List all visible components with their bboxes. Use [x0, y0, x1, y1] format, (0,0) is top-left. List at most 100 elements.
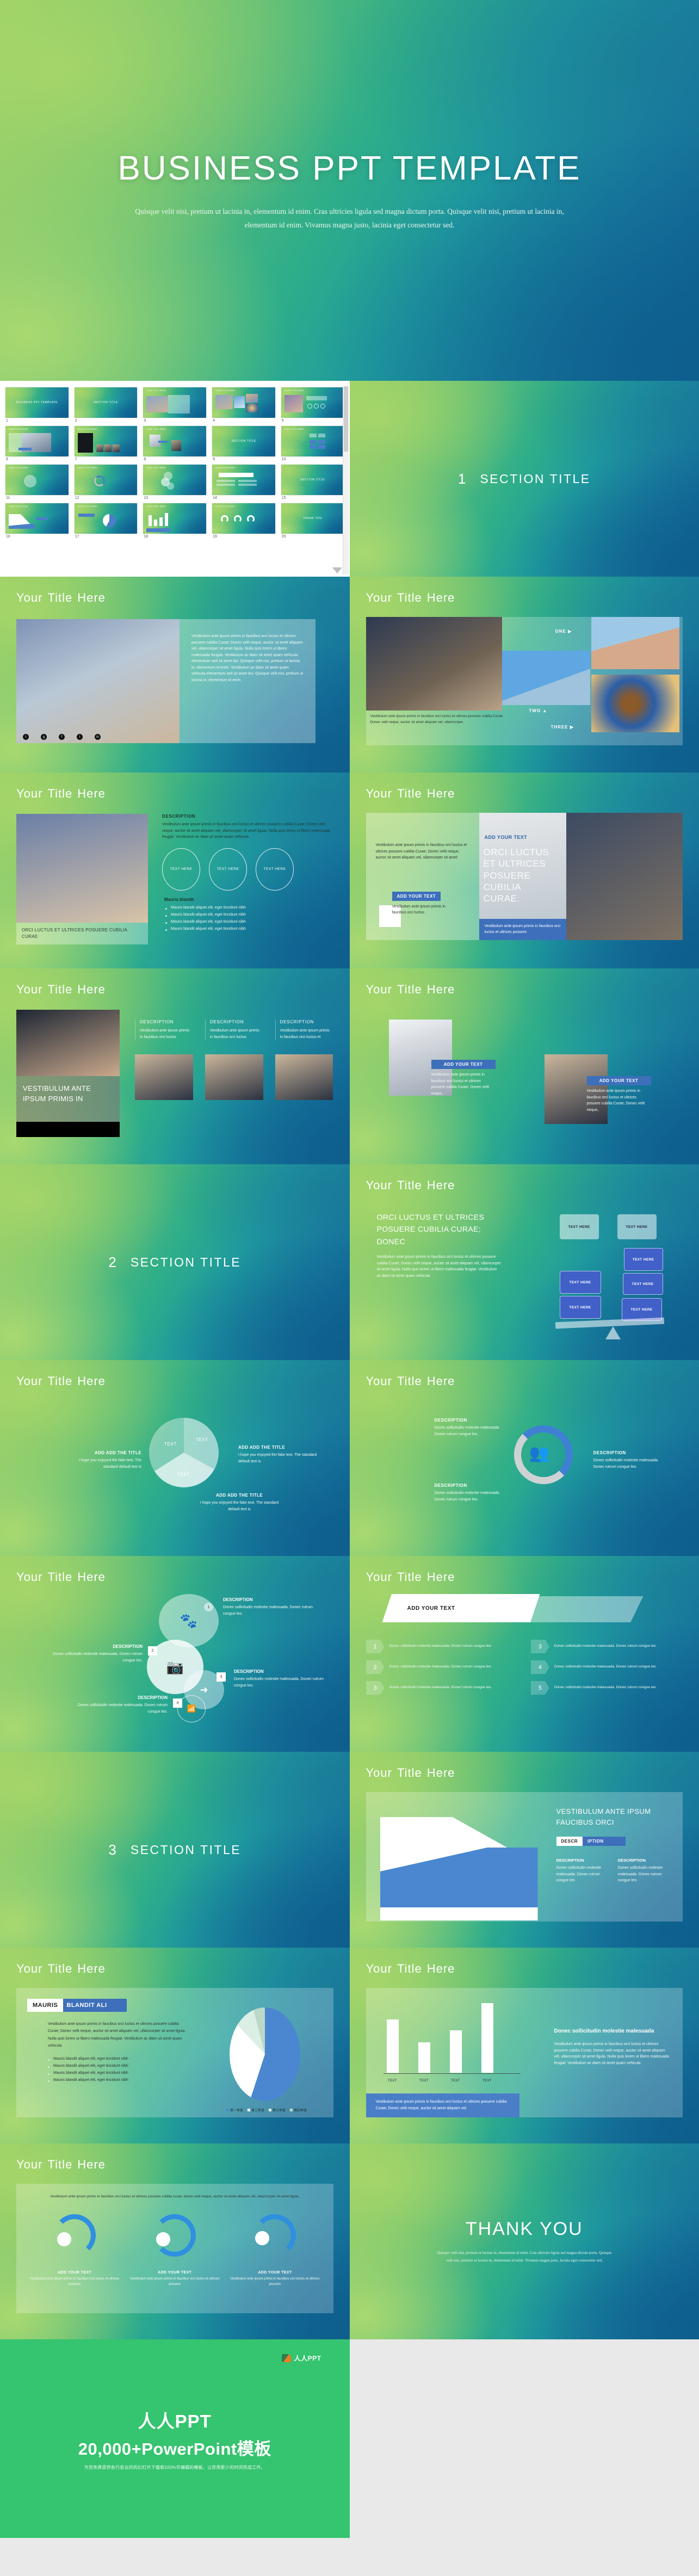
thumbnail-preview: YOUR TITLE HERE — [281, 387, 344, 418]
legend-item: 第一季度 — [226, 2108, 243, 2112]
text-circle[interactable]: TEXT HERE — [209, 848, 247, 891]
bubble-number: 4 — [173, 1698, 182, 1708]
title-word: Title — [397, 1766, 422, 1780]
description-tag[interactable]: DESCR IPTION — [556, 1837, 626, 1846]
thumbnail-number: 5 — [281, 419, 284, 423]
collage-photo-car — [366, 617, 502, 711]
thumbnail-preview: SECTION TITLE — [74, 387, 138, 418]
balance-box[interactable]: TEXT HERE — [622, 1273, 663, 1295]
list-item: Mauris blandit aliquet elit, eget tincid… — [48, 2057, 190, 2061]
play-icon: ▶ — [568, 629, 572, 634]
tumblr-icon[interactable]: t — [77, 734, 83, 740]
thumbnail-scrollbar[interactable] — [342, 386, 349, 574]
thumbnail-section-label: SECTION TITLE — [231, 440, 256, 443]
thumbnail-preview: BUSINESS PPT TEMPLATE — [5, 387, 69, 418]
thumbnail-board[interactable]: BUSINESS PPT TEMPLATE 1 SECTION TITLE 2 … — [0, 381, 350, 577]
thumbnail-title: YOUR TITLE HERE — [77, 467, 97, 469]
slide-donut: Your Title Here 👥 DESCRIPTION Donec sollic… — [350, 1360, 699, 1556]
thumbnail-item[interactable]: SECTION TITLE 9 — [212, 426, 275, 461]
balance-box[interactable]: TEXT HERE — [623, 1248, 663, 1271]
text-circle[interactable]: TEXT HERE — [162, 848, 200, 891]
thumbnail-item[interactable]: YOUR TITLE HERE 10 — [281, 426, 344, 461]
pie-annotation-left: ADD ADD THE TITLE I hope you enjoyed the… — [65, 1450, 141, 1470]
thumbnail-item[interactable]: YOUR TITLE HERE 6 — [5, 426, 69, 461]
tag-blue: BLANDIT ALI — [63, 1999, 127, 2012]
thank-you-title: THANK YOU — [465, 2218, 583, 2239]
title-word: Here — [426, 983, 455, 996]
thumbnail-item[interactable]: YOUR TITLE HERE 8 — [143, 426, 207, 461]
title-word: Your — [366, 1178, 392, 1192]
thumbnail-item[interactable]: BUSINESS PPT TEMPLATE 1 — [5, 387, 69, 423]
thumbnail-item[interactable]: YOUR TITLE HERE 5 — [281, 387, 344, 423]
chevron-column-right: 3 Donec sollicitudin molestie malesuada.… — [530, 1640, 683, 1702]
thumbnail-item[interactable]: YOUR TITLE HERE 16 — [5, 503, 69, 539]
balance-box[interactable]: TEXT HERE — [559, 1296, 601, 1319]
callout-body: Vestibulum ante ipsum primis in faucibus… — [431, 1073, 490, 1096]
area-heading: VESTIBULUM ANTE IPSUM FAUCIBUS ORCI — [556, 1807, 651, 1827]
blue-callout: Vestibulum ante ipsum primis in faucibus… — [479, 918, 566, 940]
thumbnail-item[interactable]: YOUR TITLE HERE 3 — [143, 387, 207, 423]
description-body: Donec sollicitudin molestie malesuada. D… — [434, 1491, 500, 1502]
description-body: Donec sollicitudin molestie malesuada. D… — [78, 1703, 168, 1714]
description-label: DESCRIPTION — [234, 1669, 264, 1674]
thumbnail-item[interactable]: THANK YOU 20 — [281, 503, 344, 539]
thumbnail-item[interactable]: YOUR TITLE HERE 14 — [212, 465, 275, 500]
thumbnail-title: YOUR TITLE HERE — [8, 467, 28, 469]
thumbnail-box — [309, 445, 317, 449]
annotation-body: I hope you enjoyed the fake text. The st… — [200, 1501, 279, 1511]
thumbnail-blue-tag — [36, 517, 48, 520]
thumbnail-item[interactable]: YOUR TITLE HERE 19 — [212, 503, 275, 539]
description-body: Vestibulum ante ipsum primis in faucibus… — [140, 1029, 190, 1039]
photo-caption-overlay: VESTIBULUM ANTE IPSUM PRIMIS IN — [16, 1076, 120, 1122]
bar-body: Vestibulum ante ipsum primis in faucibus… — [554, 2042, 669, 2065]
mauris-tag[interactable]: MAURIS BLANDIT ALI — [27, 1999, 127, 2012]
balance-box[interactable]: TEXT HERE — [559, 1271, 601, 1294]
thumbnail-item[interactable]: YOUR TITLE HERE 17 — [74, 503, 138, 539]
thumbnail-board-wrap: BUSINESS PPT TEMPLATE 1 SECTION TITLE 2 … — [0, 381, 350, 577]
thumbnail-item[interactable]: SECTION TITLE 2 — [74, 387, 138, 423]
balance-box[interactable]: TEXT HERE — [617, 1214, 657, 1239]
thumbnail-item[interactable]: YOUR TITLE HERE 12 — [74, 465, 138, 500]
bubble-number: 2 — [148, 1646, 157, 1655]
thumbnail-item[interactable]: YOUR TITLE HERE 4 — [212, 387, 275, 423]
thumbnail-item[interactable]: YOUR TITLE HERE 13 — [143, 465, 207, 500]
thumbnail-item[interactable]: YOUR TITLE HERE 7 — [74, 426, 138, 461]
pie-annotation-bottom: ADD ADD THE TITLE I hope you enjoyed the… — [196, 1493, 283, 1512]
slide-chevrons: Your Title Here ADD YOUR TEXT 1 Donec soll… — [350, 1556, 699, 1752]
chevron-down-icon[interactable] — [332, 567, 342, 573]
scrollbar-thumb[interactable] — [343, 386, 348, 452]
thumbnail-item[interactable]: YOUR TITLE HERE 11 — [5, 465, 69, 500]
text-circle[interactable]: TEXT HERE — [256, 848, 294, 891]
page-title: Your Title Here — [16, 787, 333, 801]
gauge-item: ADD YOUR TEXT Vestibulum ante ipsum prim… — [228, 2214, 321, 2288]
add-text-button-left[interactable]: ADD YOUR TEXT Vestibulum ante ipsum prim… — [392, 891, 447, 916]
add-text-label[interactable]: ADD YOUR TEXT — [431, 1060, 496, 1069]
thumbnail-number: 2 — [75, 419, 77, 423]
add-text-label[interactable]: ADD YOUR TEXT — [586, 1076, 651, 1085]
facebook-icon[interactable]: f — [59, 734, 65, 740]
tick-label: TEXT — [483, 2079, 492, 2083]
thumbnail-gauge — [221, 515, 229, 523]
thumbnail-item[interactable]: SECTION TITLE 15 — [281, 465, 344, 500]
mid-photo: ADD YOUR TEXT ORCI LUCTUS ET ULTRICES PO… — [479, 813, 566, 940]
list-title: Mauris blandit — [164, 897, 194, 902]
slide-section-2: 2 SECTION TITLE — [0, 1164, 350, 1360]
chevron-number: 1 — [366, 1640, 385, 1653]
balance-box[interactable]: TEXT HERE — [559, 1214, 599, 1239]
photo-caption: VESTIBULUM ANTE IPSUM PRIMIS IN — [23, 1084, 91, 1103]
photo-branches — [16, 814, 148, 923]
linkedin-icon[interactable]: in — [95, 734, 101, 740]
twitter-icon[interactable]: t — [23, 734, 29, 740]
description-label: DESCRIPTION — [223, 1597, 253, 1602]
chevron-number: 4 — [530, 1660, 549, 1674]
portrait-photo — [135, 1054, 193, 1101]
area-chart — [380, 1806, 538, 1920]
google-plus-icon[interactable]: g — [41, 734, 47, 740]
thumbnail-item[interactable]: YOUR TITLE HERE 18 — [143, 503, 207, 539]
description-column: DESCRIPTION Vestibulum ante ipsum primis… — [275, 1020, 333, 1041]
title-word: Your — [366, 983, 392, 996]
page-title: Your Title Here — [366, 1962, 683, 1976]
brand-footer: 人人PPT 人人PPT 20,000+PowerPoint模板 为您免费提供各行… — [0, 2339, 699, 2538]
page-title: Your Title Here — [366, 1570, 683, 1584]
thumbnail-circle — [320, 404, 325, 409]
